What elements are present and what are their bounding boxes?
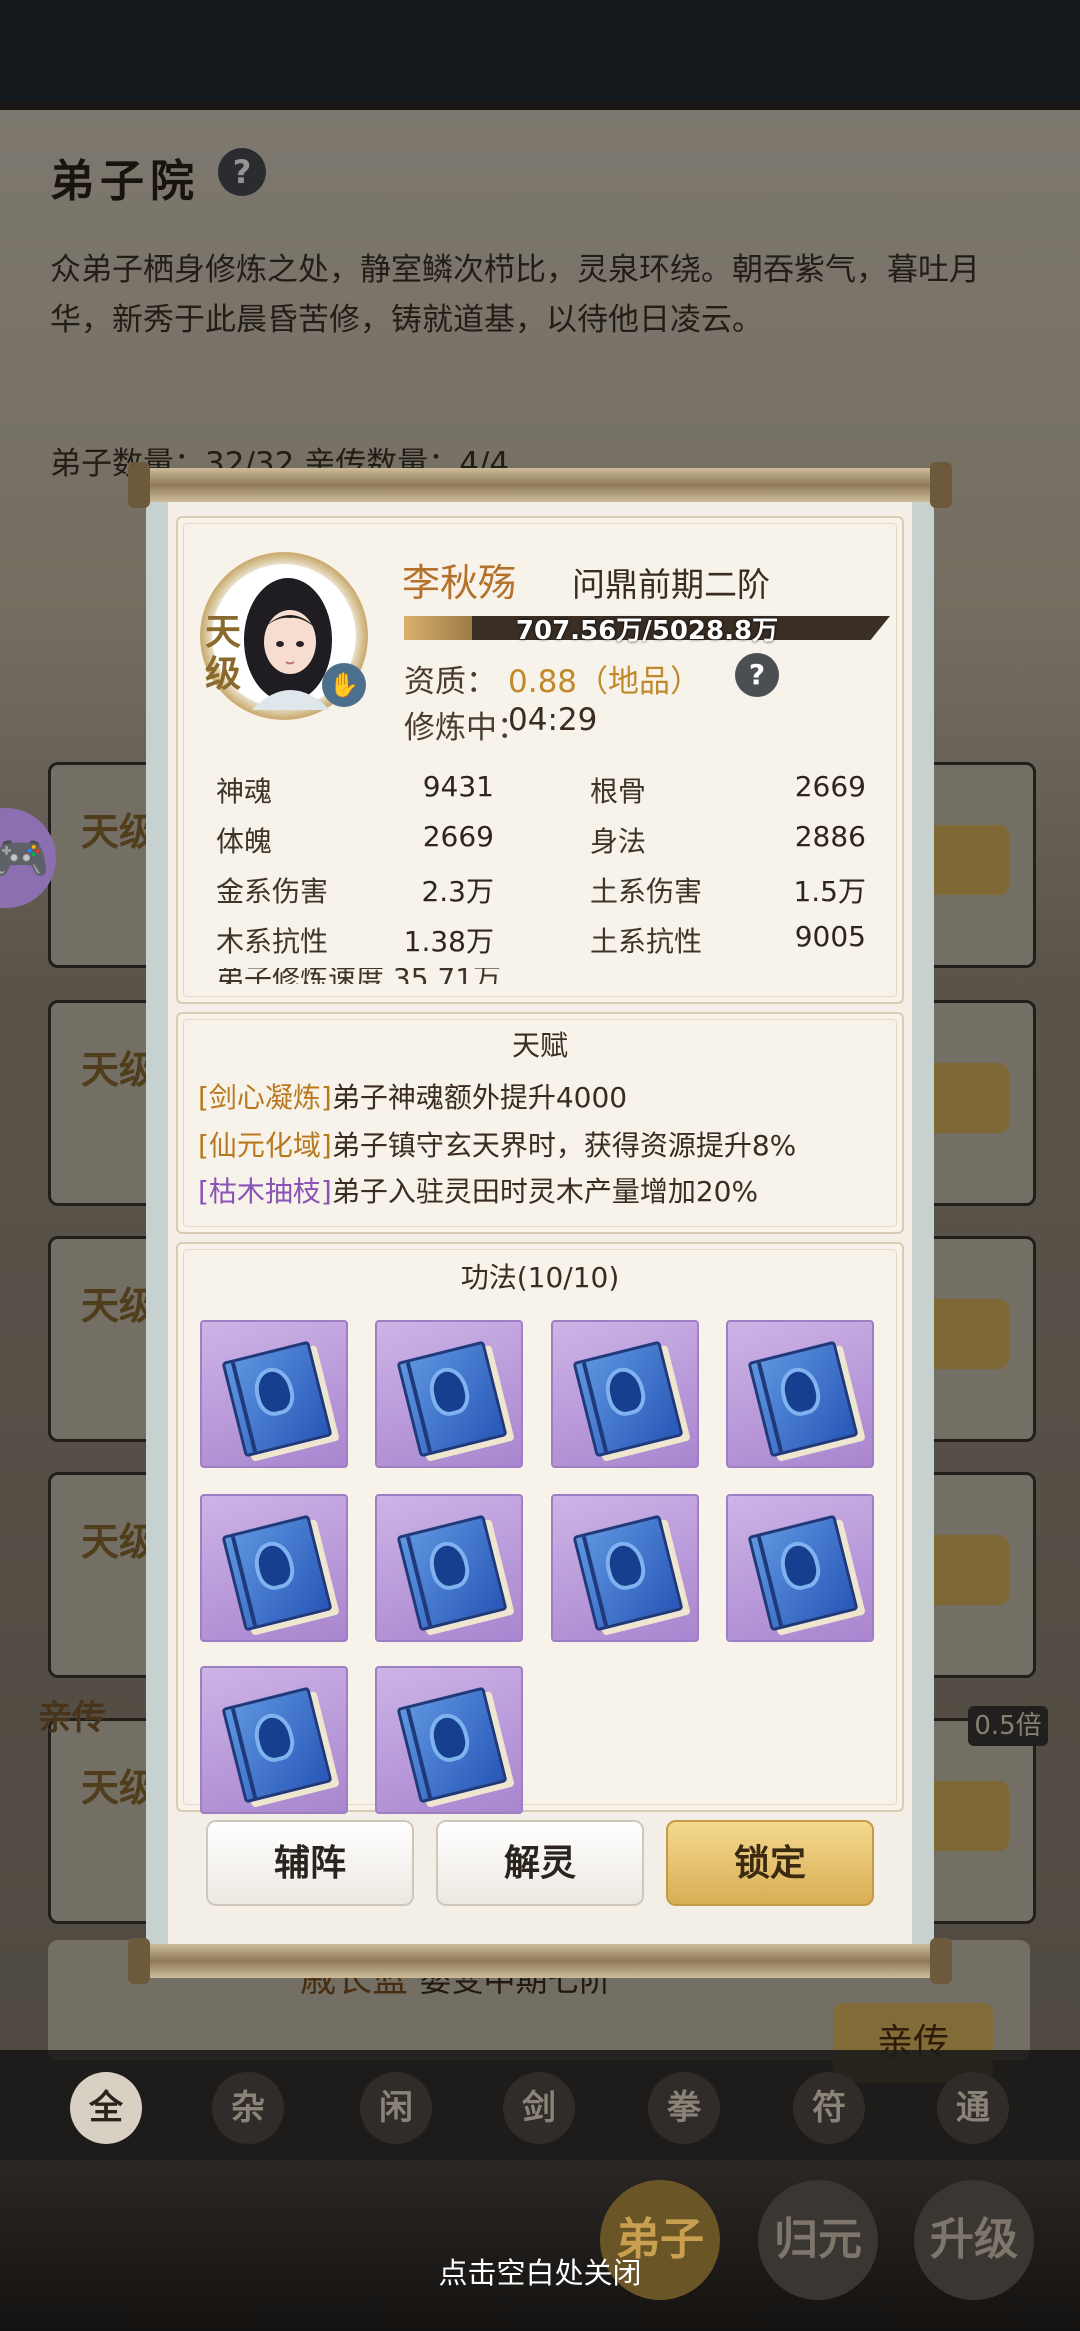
stat-value: 2669 — [422, 820, 494, 853]
filter-talisman[interactable]: 符 — [793, 2072, 865, 2144]
aptitude-value: 0.88（地品） — [508, 664, 702, 700]
lock-button[interactable]: 锁定 — [666, 1820, 874, 1906]
scroll-rod-top — [128, 468, 952, 502]
disciple-realm: 问鼎前期二阶 — [572, 565, 770, 604]
filter-general[interactable]: 通 — [937, 2072, 1009, 2144]
skill-book-icon[interactable] — [375, 1494, 523, 1642]
stat-label: 金系伤害 — [216, 875, 329, 908]
element-icon: ✋ — [322, 663, 366, 707]
talent-title: 天赋 — [511, 1029, 568, 1062]
skill-book-icon[interactable] — [551, 1320, 699, 1468]
skills-title: 功法(10/10) — [460, 1261, 620, 1294]
talent-tag: [剑心凝炼] — [198, 1081, 332, 1114]
rod-cap — [930, 1938, 952, 1984]
cultivation-progress-text: 707.56万/5028.8万 — [515, 616, 779, 646]
release-button[interactable]: 解灵 — [436, 1820, 644, 1906]
stat-value: 1.38万 — [403, 925, 494, 958]
stat-value: 9005 — [794, 920, 866, 953]
skill-book-icon[interactable] — [551, 1494, 699, 1642]
talent-tag: [枯木抽枝] — [198, 1175, 332, 1208]
skill-book-icon[interactable] — [375, 1320, 523, 1468]
assist-button[interactable]: 辅阵 — [206, 1820, 414, 1906]
talent-tag: [仙元化域] — [198, 1129, 332, 1162]
talent-item: [枯木抽枝]弟子入驻灵田时灵木产量增加20% — [198, 1170, 758, 1210]
filter-idle[interactable]: 闲 — [360, 2072, 432, 2144]
rod-cap — [128, 462, 150, 508]
stat-label: 土系抗性 — [590, 925, 703, 958]
skill-book-icon[interactable] — [726, 1494, 874, 1642]
close-hint: 点击空白处关闭 — [438, 2256, 642, 2290]
talent-text: 弟子镇守玄天界时，获得资源提升8% — [331, 1129, 797, 1162]
skill-book-icon[interactable] — [200, 1320, 348, 1468]
stat-row-partial: 弟子修炼速度 35.71万 — [216, 968, 516, 984]
aptitude-label: 资质： — [404, 664, 497, 700]
stat-value: 2669 — [794, 770, 866, 803]
filter-fist[interactable]: 拳 — [648, 2072, 720, 2144]
stat-label: 根骨 — [590, 775, 647, 808]
filter-all[interactable]: 全 — [70, 2072, 142, 2144]
stat-value: 2.3万 — [421, 875, 494, 908]
skill-book-icon[interactable] — [726, 1320, 874, 1468]
stat-label: 神魂 — [216, 775, 273, 808]
stat-label: 土系伤害 — [590, 875, 703, 908]
scroll-rod-bottom — [128, 1944, 952, 1978]
skill-book-icon[interactable] — [200, 1494, 348, 1642]
grade-badge: 天级 — [204, 612, 241, 695]
stat-label: 体魄 — [216, 825, 273, 858]
stat-value: 9431 — [422, 770, 494, 803]
training-timer: 04:29 — [508, 702, 598, 738]
stat-value: 2886 — [794, 820, 866, 853]
filter-sword[interactable]: 剑 — [503, 2072, 575, 2144]
skill-book-icon[interactable] — [375, 1666, 523, 1814]
talent-item: [仙元化域]弟子镇守玄天界时，获得资源提升8% — [198, 1124, 796, 1164]
aptitude-help-icon[interactable]: ? — [735, 653, 779, 697]
talent-text: 弟子神魂额外提升4000 — [331, 1081, 628, 1114]
rod-cap — [930, 462, 952, 508]
stat-label: 木系抗性 — [216, 925, 329, 958]
stat-value: 1.5万 — [793, 875, 866, 908]
skill-book-icon[interactable] — [200, 1666, 348, 1814]
filter-misc[interactable]: 杂 — [212, 2072, 284, 2144]
talent-text: 弟子入驻灵田时灵木产量增加20% — [331, 1175, 759, 1208]
filter-bar: 全 杂 闲 剑 拳 符 通 — [0, 2050, 1080, 2160]
talent-item: [剑心凝炼]弟子神魂额外提升4000 — [198, 1076, 627, 1116]
rod-cap — [128, 1938, 150, 1984]
stat-label: 身法 — [590, 825, 647, 858]
disciple-name: 李秋殇 — [402, 561, 517, 605]
